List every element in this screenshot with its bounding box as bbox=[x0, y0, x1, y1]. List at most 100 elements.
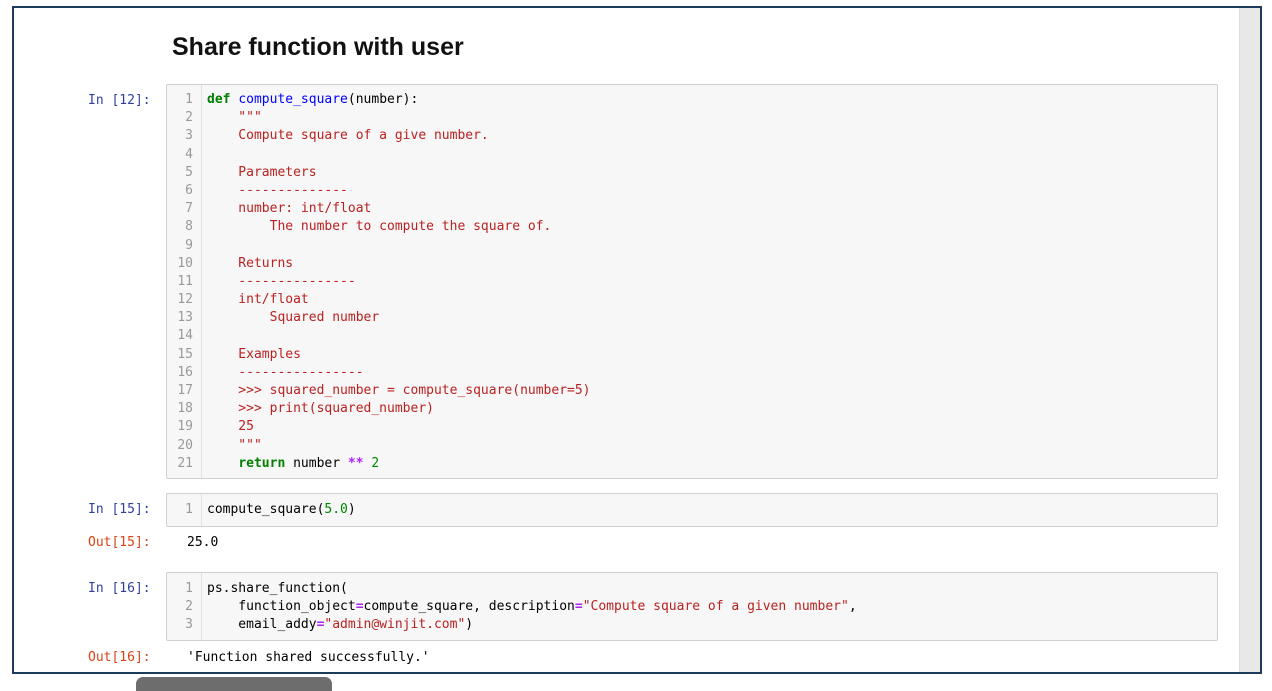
notebook-frame: Share function with user In [12]: 1 def c… bbox=[12, 6, 1262, 674]
code-line: 15 Examples bbox=[167, 346, 1217, 364]
code-text: Examples bbox=[207, 346, 301, 364]
code-token: compute_square( bbox=[207, 502, 325, 517]
code-text: """ bbox=[207, 109, 262, 127]
code-token: Parameters bbox=[207, 164, 317, 180]
code-text: >>> squared_number = compute_square(numb… bbox=[207, 382, 591, 400]
line-number: 3 bbox=[185, 128, 193, 144]
line-number: 17 bbox=[177, 383, 193, 398]
code-token: The number to compute the square of. bbox=[207, 219, 552, 235]
line-number: 2 bbox=[185, 110, 193, 126]
line-number: 18 bbox=[177, 401, 193, 417]
section-heading: Share function with user bbox=[172, 33, 464, 61]
input-prompt: In [16]: bbox=[88, 581, 151, 596]
code-token: compute_square, description bbox=[363, 599, 575, 615]
code-line: 17 >>> squared_number = compute_square(n… bbox=[167, 382, 1217, 400]
line-number: 10 bbox=[177, 255, 193, 271]
code-line: 1 def compute_square(number): bbox=[167, 91, 1217, 109]
code-token: Squared number bbox=[207, 310, 380, 326]
line-number: 21 bbox=[177, 455, 193, 471]
line-number: 1 bbox=[185, 581, 193, 596]
code-token: ---------------- bbox=[207, 364, 364, 380]
code-line: 11 --------------- bbox=[167, 273, 1217, 291]
code-token: , bbox=[848, 599, 857, 615]
code-line: 10 Returns bbox=[167, 255, 1217, 273]
code-text: Returns bbox=[207, 255, 293, 273]
code-token: number bbox=[285, 455, 348, 471]
code-cell-input[interactable]: 1 ps.share_function(2 function_object=com… bbox=[166, 572, 1218, 641]
code-line: 18 >>> print(squared_number) bbox=[167, 400, 1217, 418]
code-token: -------------- bbox=[207, 182, 348, 198]
code-token: 25 bbox=[207, 419, 254, 435]
code-text: function_object=compute_square, descript… bbox=[207, 598, 857, 616]
code-line: 16 ---------------- bbox=[167, 364, 1217, 382]
code-token: """ bbox=[207, 437, 262, 453]
code-token: 5.0 bbox=[324, 502, 348, 517]
code-line: 12 int/float bbox=[167, 291, 1217, 309]
output-prompt: Out[15]: bbox=[88, 535, 151, 550]
floating-toolbar bbox=[136, 677, 332, 691]
code-text: -------------- bbox=[207, 182, 348, 200]
code-token: function_object bbox=[207, 599, 356, 615]
code-token: Returns bbox=[207, 255, 294, 271]
vertical-scrollbar[interactable] bbox=[1239, 8, 1260, 672]
code-line: 5 Parameters bbox=[167, 164, 1217, 182]
code-text: --------------- bbox=[207, 273, 355, 291]
code-line: 9 bbox=[167, 237, 1217, 255]
line-number: 6 bbox=[185, 182, 193, 198]
line-number: 7 bbox=[185, 201, 193, 217]
code-token: "Compute square of a given number" bbox=[582, 599, 849, 615]
line-number: 12 bbox=[177, 292, 193, 308]
code-token: (number): bbox=[347, 92, 419, 107]
code-line: 14 bbox=[167, 327, 1217, 345]
code-text: compute_square(5.0) bbox=[207, 501, 356, 519]
code-token: compute_square bbox=[238, 92, 348, 107]
line-number: 13 bbox=[177, 310, 193, 326]
line-number: 3 bbox=[185, 617, 193, 633]
code-token: return bbox=[238, 455, 286, 471]
cell-output: 'Function shared successfully.' bbox=[187, 650, 430, 665]
code-text: 25 bbox=[207, 418, 254, 436]
line-number: 8 bbox=[185, 219, 193, 235]
input-prompt: In [15]: bbox=[88, 502, 151, 517]
code-token: number: int/float bbox=[207, 201, 372, 217]
line-number: 2 bbox=[185, 599, 193, 615]
code-token: ) bbox=[347, 502, 356, 517]
code-text: >>> print(squared_number) bbox=[207, 400, 434, 418]
code-token: ) bbox=[465, 617, 474, 633]
code-token: = bbox=[574, 599, 583, 615]
code-token: Compute square of a give number. bbox=[207, 128, 489, 144]
code-text: number: int/float bbox=[207, 200, 371, 218]
code-token: >>> squared_number = compute_square(numb… bbox=[207, 383, 591, 398]
code-token: = bbox=[355, 599, 364, 615]
code-cell-input[interactable]: 1 def compute_square(number): 2 """ 3 Compu… bbox=[166, 84, 1218, 479]
code-token: >>> print(squared_number) bbox=[207, 401, 434, 417]
code-text: Compute square of a give number. bbox=[207, 127, 489, 145]
code-token: ** bbox=[347, 455, 364, 471]
code-line: 13 Squared number bbox=[167, 309, 1217, 327]
input-prompt: In [12]: bbox=[88, 93, 151, 108]
code-line: 1 compute_square(5.0) bbox=[167, 501, 1217, 519]
line-number: 15 bbox=[177, 346, 193, 362]
line-number: 16 bbox=[177, 364, 193, 380]
line-number: 1 bbox=[185, 92, 193, 107]
line-number: 1 bbox=[185, 502, 193, 517]
code-line: 20 """ bbox=[167, 437, 1217, 455]
code-text: return number ** 2 bbox=[207, 455, 379, 473]
code-token: """ bbox=[207, 110, 262, 126]
code-line: 21 return number ** 2 bbox=[167, 455, 1217, 473]
code-line: 2 function_object=compute_square, descri… bbox=[167, 598, 1217, 616]
code-cell-input[interactable]: 1 compute_square(5.0) bbox=[166, 493, 1218, 527]
code-token: 2 bbox=[371, 455, 380, 471]
code-text: ---------------- bbox=[207, 364, 364, 382]
code-text: The number to compute the square of. bbox=[207, 218, 552, 236]
code-token: "admin@winjit.com" bbox=[324, 617, 466, 633]
code-line: 2 """ bbox=[167, 109, 1217, 127]
code-line: 1 ps.share_function( bbox=[167, 580, 1217, 598]
line-number: 11 bbox=[177, 273, 193, 289]
cell-output: 25.0 bbox=[187, 535, 219, 550]
code-line: 4 bbox=[167, 146, 1217, 164]
code-line: 3 Compute square of a give number. bbox=[167, 127, 1217, 145]
code-token: def bbox=[207, 92, 231, 107]
code-text: Squared number bbox=[207, 309, 380, 327]
